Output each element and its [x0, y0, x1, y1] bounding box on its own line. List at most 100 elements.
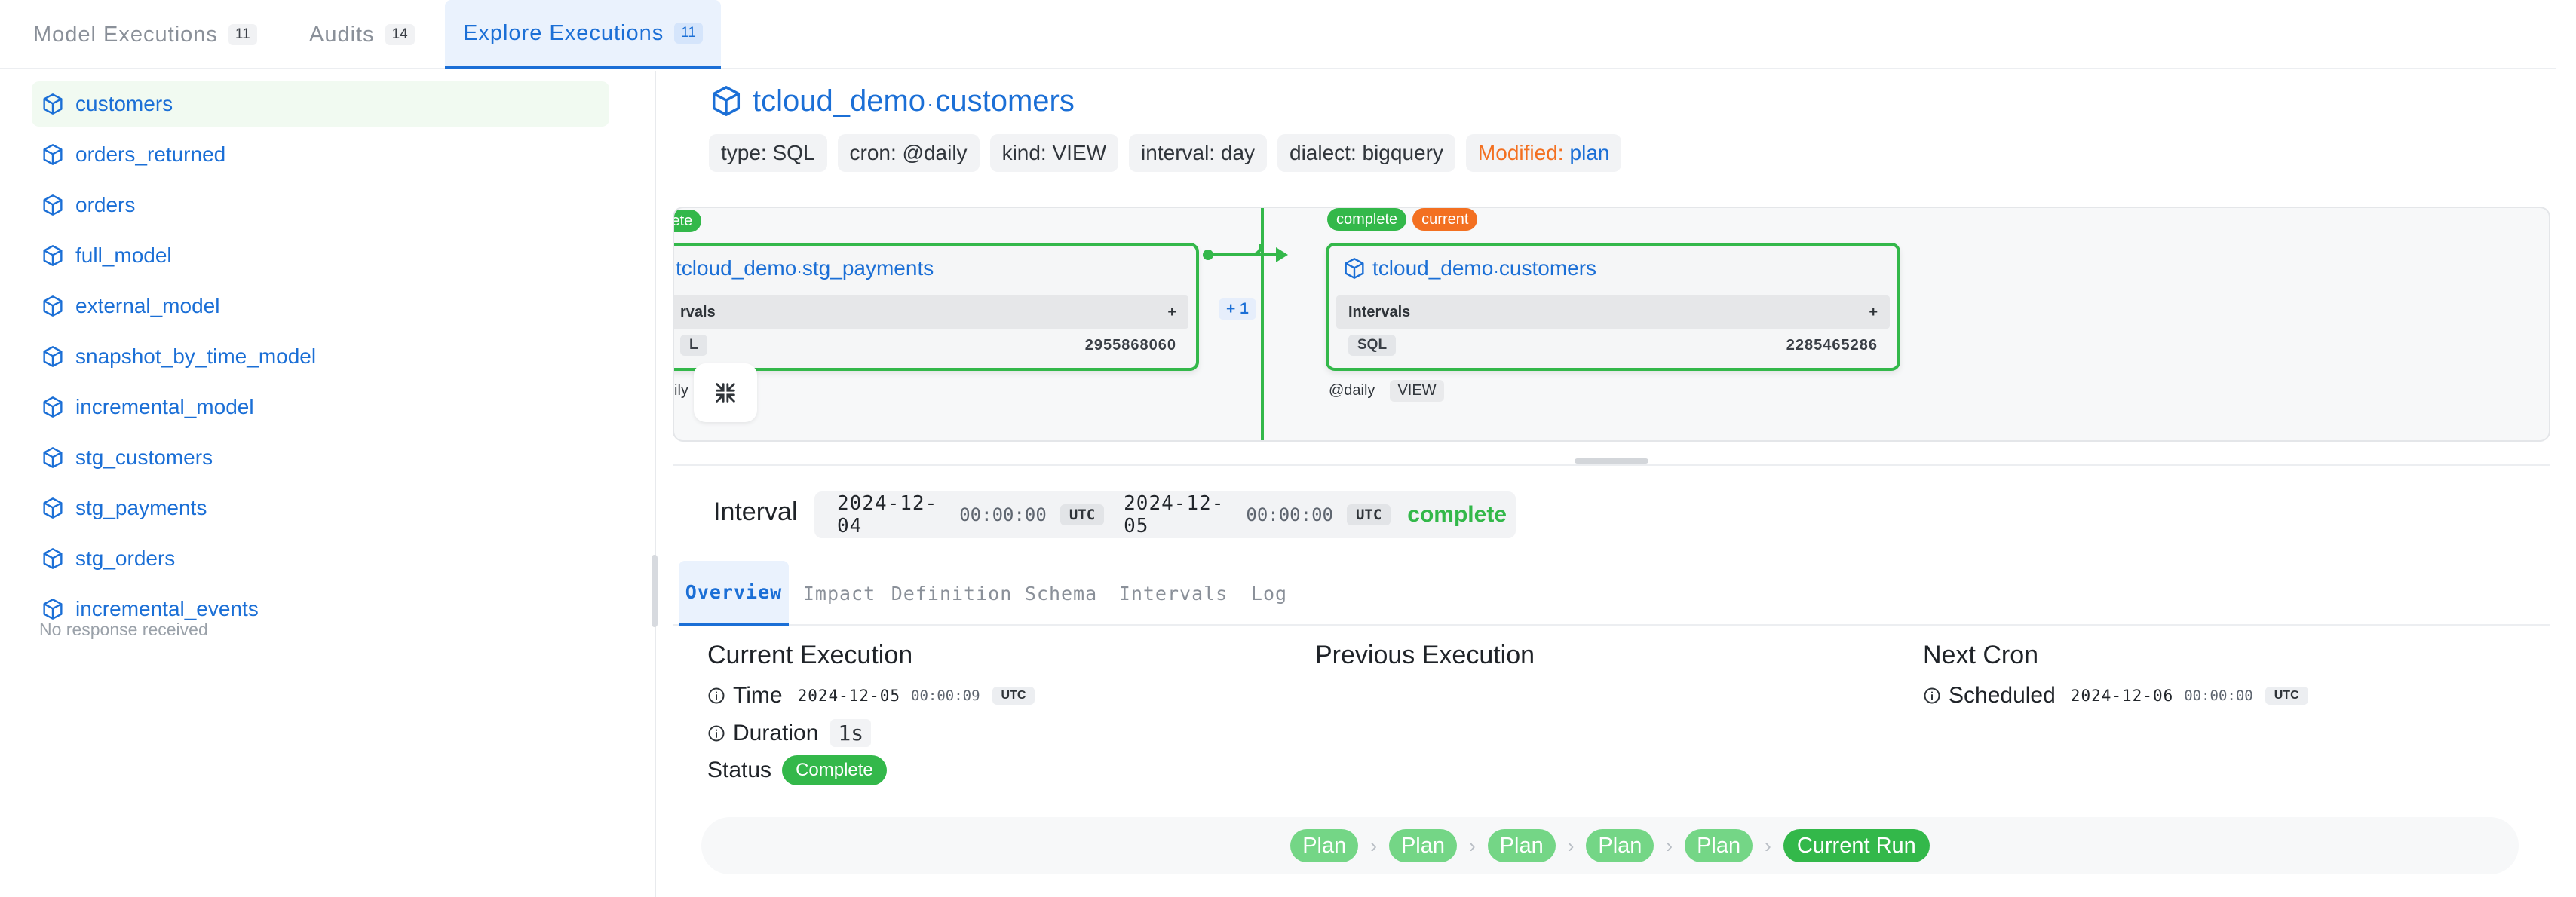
info-circle-icon — [708, 725, 725, 741]
chevron-right-icon: › — [1765, 834, 1771, 857]
tab-label: Audits — [309, 22, 375, 47]
resize-handle[interactable] — [1575, 458, 1648, 464]
dialect-chip: dialect: bigquery — [1277, 134, 1455, 172]
section-divider — [673, 464, 2550, 466]
duration-label: Duration — [733, 720, 819, 745]
expand-plus-icon[interactable]: + — [1167, 304, 1176, 321]
node-sql-row: SQL 2285465286 — [1336, 335, 1890, 356]
sidebar-item-incremental-model[interactable]: incremental_model — [32, 384, 609, 430]
detail-tab-bar: Overview Impact Definition Schema Interv… — [673, 561, 2550, 626]
page-title: tcloud_demo · customers — [709, 80, 1075, 122]
node-name: customers — [1498, 256, 1597, 280]
node-name: stg_payments — [802, 256, 934, 280]
plan-pill[interactable]: Plan — [1290, 829, 1359, 862]
node-cron-label: @daily — [1329, 382, 1375, 399]
tab-count-badge: 11 — [674, 23, 703, 44]
current-duration-row: Duration 1s — [707, 719, 872, 747]
interval-label: Interval — [713, 497, 798, 526]
plan-pill[interactable]: Plan — [1685, 829, 1753, 862]
current-badge: current — [1412, 208, 1478, 231]
scheduled-label: Scheduled — [1949, 683, 2056, 708]
time-label: Time — [733, 683, 783, 708]
collapse-graph-button[interactable] — [694, 363, 757, 422]
expand-plus-icon[interactable]: + — [1869, 304, 1878, 321]
info-circle-icon — [1924, 687, 1940, 704]
scheduled-time: 00:00:00 — [2184, 687, 2253, 704]
node-title[interactable]: tcloud_demo . customers — [1342, 256, 1596, 280]
sidebar-item-customers[interactable]: customers — [32, 81, 609, 127]
collapse-arrows-icon — [716, 383, 735, 403]
node-fingerprint: 2285465286 — [1786, 336, 1878, 354]
cron-chip: cron: @daily — [837, 134, 980, 172]
tab-label: Model Executions — [33, 22, 218, 47]
sidebar-item-label: stg_orders — [75, 546, 176, 570]
graph-edge-connector — [1203, 243, 1288, 262]
sidebar-item-stg-payments[interactable]: stg_payments — [32, 485, 609, 531]
sidebar-item-label: customers — [75, 92, 173, 115]
sidebar-item-label: snapshot_by_time_model — [75, 344, 317, 368]
sidebar-item-stg-customers[interactable]: stg_customers — [32, 435, 609, 480]
sql-tag: SQL — [1348, 335, 1397, 356]
node-fingerprint: 2955868060 — [1084, 336, 1176, 354]
lineage-node-customers[interactable]: tcloud_demo . customers Intervals + SQL … — [1326, 243, 1900, 371]
sidebar-status-note: No response received — [39, 620, 208, 639]
timezone-badge: UTC — [2265, 687, 2308, 705]
tab-count-badge: 14 — [385, 24, 415, 45]
lineage-node-stg-payments[interactable]: tcloud_demo . stg_payments rvals + L 295… — [674, 243, 1199, 371]
tab-intervals[interactable]: Intervals — [1113, 561, 1234, 626]
interval-status: complete — [1407, 502, 1507, 527]
node-sql-row: L 2955868060 — [674, 335, 1188, 356]
current-run-pill[interactable]: Current Run — [1783, 829, 1930, 862]
plan-pill[interactable]: Plan — [1388, 829, 1457, 862]
tab-schema[interactable]: Schema — [1020, 561, 1102, 626]
node-schema: tcloud_demo — [676, 256, 797, 280]
node-cron-label: ily — [674, 382, 688, 399]
chevron-right-icon: › — [1567, 834, 1575, 857]
sidebar-item-external-model[interactable]: external_model — [32, 283, 609, 329]
chevron-right-icon: › — [1468, 834, 1476, 857]
sidebar-item-label: orders_returned — [75, 142, 226, 166]
intervals-label: rvals — [680, 303, 716, 320]
more-parents-badge[interactable]: + 1 — [1219, 298, 1256, 320]
cube-icon — [43, 144, 63, 165]
sidebar-item-label: full_model — [75, 243, 172, 267]
cube-icon — [43, 396, 63, 418]
interval-start-time: 00:00:00 — [959, 504, 1047, 525]
sidebar-item-full-model[interactable]: full_model — [32, 233, 609, 278]
tab-impact[interactable]: Impact — [798, 561, 881, 626]
cube-icon — [43, 346, 63, 367]
node-schema: tcloud_demo — [1372, 256, 1494, 280]
sidebar-item-stg-orders[interactable]: stg_orders — [32, 536, 609, 581]
node-intervals-bar[interactable]: Intervals + — [1336, 295, 1890, 329]
tab-definition[interactable]: Definition — [891, 561, 1012, 626]
modified-label: Modified: — [1477, 141, 1564, 164]
cube-icon — [43, 245, 63, 266]
timezone-badge: UTC — [992, 687, 1035, 705]
interval-start-date: 2024-12-04 — [837, 492, 938, 537]
model-sidebar: customers orders_returned orders full_mo… — [0, 71, 656, 897]
plan-pill[interactable]: Plan — [1487, 829, 1556, 862]
sidebar-item-snapshot-by-time-model[interactable]: snapshot_by_time_model — [32, 334, 609, 379]
tab-model-executions[interactable]: Model Executions 11 — [15, 0, 275, 69]
modified-plan-link[interactable]: plan — [1570, 141, 1610, 165]
sidebar-item-orders-returned[interactable]: orders_returned — [32, 132, 609, 177]
tab-log[interactable]: Log — [1243, 561, 1296, 626]
node-intervals-bar[interactable]: rvals + — [674, 295, 1188, 329]
current-status-row: Status Complete — [707, 755, 887, 785]
node-footer: @daily VIEW — [1329, 380, 1444, 402]
sidebar-scrollbar[interactable] — [652, 555, 658, 627]
model-attributes: type: SQL cron: @daily kind: VIEW interv… — [709, 134, 1622, 172]
intervals-label: Intervals — [1348, 303, 1411, 320]
type-chip: type: SQL — [709, 134, 827, 172]
node-title[interactable]: tcloud_demo . stg_payments — [676, 256, 934, 280]
time-clock: 00:00:09 — [911, 687, 980, 704]
lineage-graph[interactable]: lete tcloud_demo . stg_payments rvals + … — [673, 207, 2550, 442]
sidebar-item-orders[interactable]: orders — [32, 182, 609, 228]
tab-overview[interactable]: Overview — [679, 561, 789, 626]
tab-explore-executions[interactable]: Explore Executions 11 — [445, 0, 721, 69]
plan-pill[interactable]: Plan — [1586, 829, 1654, 862]
run-history-breadcrumb: Plan › Plan › Plan › Plan › Plan › Curre… — [701, 817, 2519, 874]
tab-audits[interactable]: Audits 14 — [291, 0, 433, 69]
node-kind-label: VIEW — [1390, 380, 1444, 402]
scheduled-date: 2024-12-06 — [2070, 687, 2174, 705]
